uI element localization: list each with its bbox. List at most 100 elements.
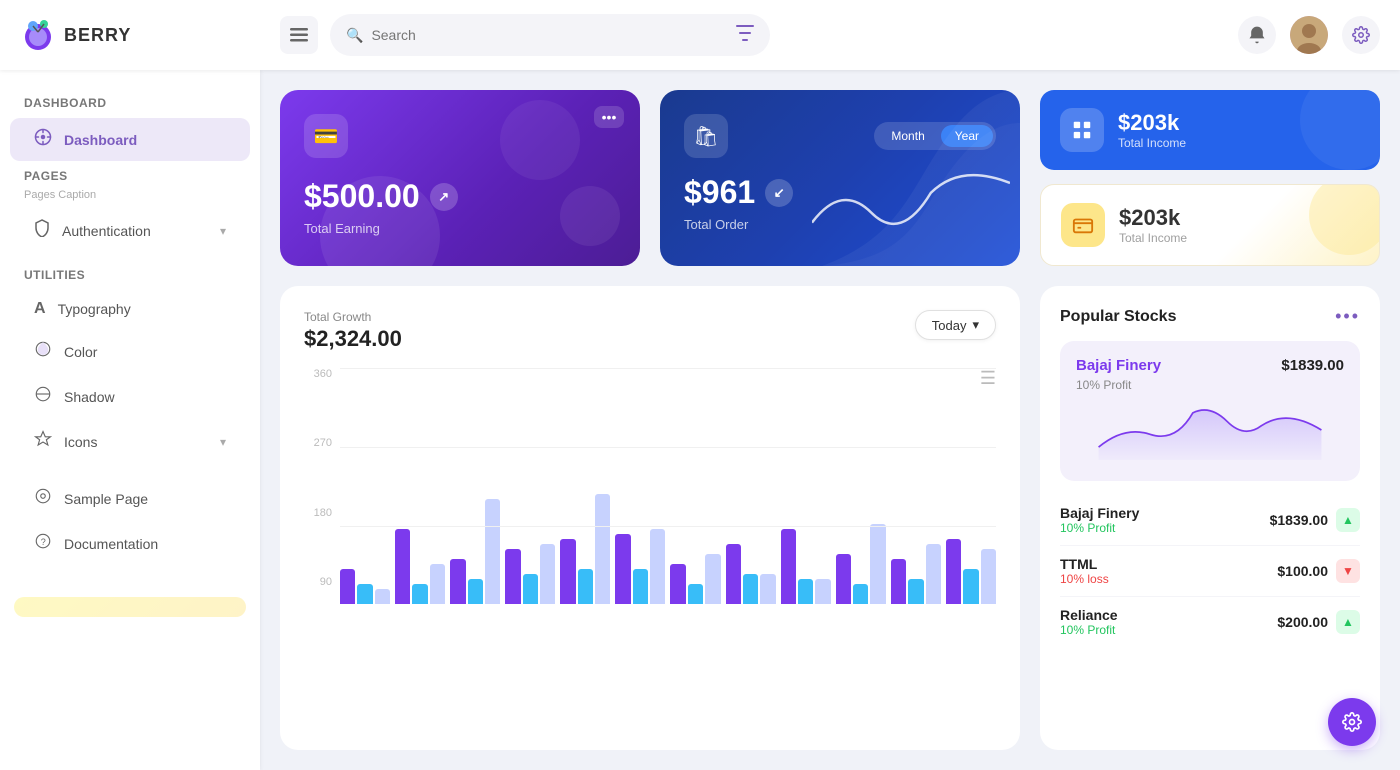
stocks-title: Popular Stocks bbox=[1060, 308, 1176, 326]
income2-icon bbox=[1061, 203, 1105, 247]
auth-icon bbox=[34, 219, 50, 242]
order-icon: 🛍 bbox=[684, 114, 728, 158]
stock-bajaj-name: Bajaj Finery bbox=[1060, 505, 1139, 521]
stock-bajaj-info: Bajaj Finery 10% Profit bbox=[1060, 505, 1139, 535]
bar-group-7 bbox=[670, 554, 720, 604]
fab-settings-button[interactable] bbox=[1328, 698, 1376, 746]
svg-text:?: ? bbox=[41, 537, 46, 547]
card-order: 🛍 Month Year $961 ↙ Total Order bbox=[660, 90, 1020, 266]
chart-area: ☰ 360 270 180 90 bbox=[304, 368, 996, 608]
sidebar-item-documentation-label: Documentation bbox=[64, 536, 158, 552]
earning-icon: 💳 bbox=[304, 114, 348, 158]
icons-icon bbox=[34, 430, 52, 453]
chart-card: Total Growth $2,324.00 Today ▾ ☰ bbox=[280, 286, 1020, 750]
color-icon bbox=[34, 340, 52, 363]
search-bar: 🔍 bbox=[330, 14, 770, 56]
typography-icon: A bbox=[34, 300, 46, 318]
bar-group-5 bbox=[560, 494, 610, 604]
logo-text: BERRY bbox=[64, 25, 131, 46]
dashboard-icon bbox=[34, 128, 52, 151]
income1-amount: $203k bbox=[1118, 110, 1186, 136]
stock-ttml-right: $100.00 ▼ bbox=[1277, 559, 1360, 583]
chevron-icon: ▾ bbox=[220, 224, 226, 238]
income2-label: Total Income bbox=[1119, 231, 1187, 245]
stock-reliance-trend: ▲ bbox=[1336, 610, 1360, 634]
stocks-more-icon[interactable]: ••• bbox=[1335, 306, 1360, 327]
bar-group-2 bbox=[395, 529, 445, 604]
sidebar-item-samplepage[interactable]: Sample Page bbox=[10, 477, 250, 520]
stock-ttml-info: TTML 10% loss bbox=[1060, 556, 1109, 586]
menu-button[interactable] bbox=[280, 16, 318, 54]
stocks-card: Popular Stocks ••• Bajaj Finery $1839.00… bbox=[1040, 286, 1380, 750]
search-icon: 🔍 bbox=[346, 27, 363, 44]
notification-button[interactable] bbox=[1238, 16, 1276, 54]
bar-group-1 bbox=[340, 569, 390, 604]
sidebar-item-samplepage-label: Sample Page bbox=[64, 491, 148, 507]
bar-group-6 bbox=[615, 529, 665, 604]
bottom-section: Total Growth $2,324.00 Today ▾ ☰ bbox=[280, 286, 1380, 750]
earning-more-button[interactable]: ••• bbox=[594, 106, 624, 128]
sidebar-item-documentation[interactable]: ? Documentation bbox=[10, 522, 250, 565]
sidebar-item-shadow[interactable]: Shadow bbox=[10, 375, 250, 418]
featured-stock-price: $1839.00 bbox=[1281, 357, 1344, 374]
stock-row-reliance: Reliance 10% Profit $200.00 ▲ bbox=[1060, 597, 1360, 647]
income1-label: Total Income bbox=[1118, 136, 1186, 150]
sidebar-item-shadow-label: Shadow bbox=[64, 389, 115, 405]
main-content: 💳 ••• $500.00 ↗ Total Earning 🛍 bbox=[260, 70, 1400, 770]
settings-button[interactable] bbox=[1342, 16, 1380, 54]
stocks-header: Popular Stocks ••• bbox=[1060, 306, 1360, 327]
search-input[interactable] bbox=[371, 27, 728, 43]
documentation-icon: ? bbox=[34, 532, 52, 555]
stock-reliance-name: Reliance bbox=[1060, 607, 1118, 623]
stock-reliance-profit: 10% Profit bbox=[1060, 623, 1118, 637]
featured-stock: Bajaj Finery $1839.00 10% Profit bbox=[1060, 341, 1360, 481]
sidebar-item-authentication-label: Authentication bbox=[62, 223, 151, 239]
stock-row-ttml: TTML 10% loss $100.00 ▼ bbox=[1060, 546, 1360, 597]
bar-group-8 bbox=[726, 544, 776, 604]
stock-bajaj-trend: ▲ bbox=[1336, 508, 1360, 532]
sidebar-item-authentication[interactable]: Authentication ▾ bbox=[10, 209, 250, 252]
filter-icon[interactable] bbox=[736, 25, 754, 46]
sidebar-item-icons[interactable]: Icons ▾ bbox=[10, 420, 250, 463]
sidebar-item-dashboard[interactable]: Dashboard bbox=[10, 118, 250, 161]
icons-chevron-icon: ▾ bbox=[220, 435, 226, 449]
right-cards: $203k Total Income $203k Total Income bbox=[1040, 90, 1380, 266]
stock-reliance-right: $200.00 ▲ bbox=[1277, 610, 1360, 634]
income2-amount: $203k bbox=[1119, 205, 1187, 231]
stock-bajaj-price: $1839.00 bbox=[1270, 512, 1328, 528]
bar-group-12 bbox=[946, 539, 996, 604]
chart-amount: $2,324.00 bbox=[304, 326, 402, 352]
stock-bajaj-profit: 10% Profit bbox=[1060, 521, 1139, 535]
sidebar-section-pages: Pages bbox=[0, 163, 260, 189]
y-axis: 360 270 180 90 bbox=[304, 368, 332, 588]
layout: Dashboard Dashboard Pages Pages Caption … bbox=[0, 70, 1400, 770]
top-cards-row: 💳 ••• $500.00 ↗ Total Earning 🛍 bbox=[280, 90, 1380, 266]
stock-reliance-info: Reliance 10% Profit bbox=[1060, 607, 1118, 637]
stock-ttml-name: TTML bbox=[1060, 556, 1109, 572]
sidebar-promo bbox=[14, 597, 246, 617]
featured-stock-name: Bajaj Finery bbox=[1076, 357, 1161, 374]
card-income1: $203k Total Income bbox=[1040, 90, 1380, 170]
dropdown-arrow-icon: ▾ bbox=[972, 317, 979, 333]
stock-ttml-trend: ▼ bbox=[1336, 559, 1360, 583]
today-filter-button[interactable]: Today ▾ bbox=[915, 310, 996, 340]
avatar[interactable] bbox=[1290, 16, 1328, 54]
stocks-list: Bajaj Finery 10% Profit $1839.00 ▲ TTML … bbox=[1060, 495, 1360, 647]
bar-group-9 bbox=[781, 529, 831, 604]
bars-container bbox=[340, 368, 996, 608]
logo-icon bbox=[20, 17, 56, 53]
sidebar-item-dashboard-label: Dashboard bbox=[64, 132, 137, 148]
stock-row-bajaj: Bajaj Finery 10% Profit $1839.00 ▲ bbox=[1060, 495, 1360, 546]
sidebar-item-color-label: Color bbox=[64, 344, 97, 360]
featured-stock-profit: 10% Profit bbox=[1076, 378, 1344, 392]
logo: BERRY bbox=[20, 17, 280, 53]
earning-trend-icon: ↗ bbox=[430, 183, 458, 211]
income1-icon bbox=[1060, 108, 1104, 152]
sidebar-item-typography[interactable]: A Typography bbox=[10, 290, 250, 328]
stock-reliance-price: $200.00 bbox=[1277, 614, 1328, 630]
sidebar-item-color[interactable]: Color bbox=[10, 330, 250, 373]
stock-bajaj-right: $1839.00 ▲ bbox=[1270, 508, 1360, 532]
header-right bbox=[1238, 16, 1380, 54]
sidebar-item-icons-label: Icons bbox=[64, 434, 97, 450]
sidebar-section-dashboard: Dashboard bbox=[0, 90, 260, 116]
